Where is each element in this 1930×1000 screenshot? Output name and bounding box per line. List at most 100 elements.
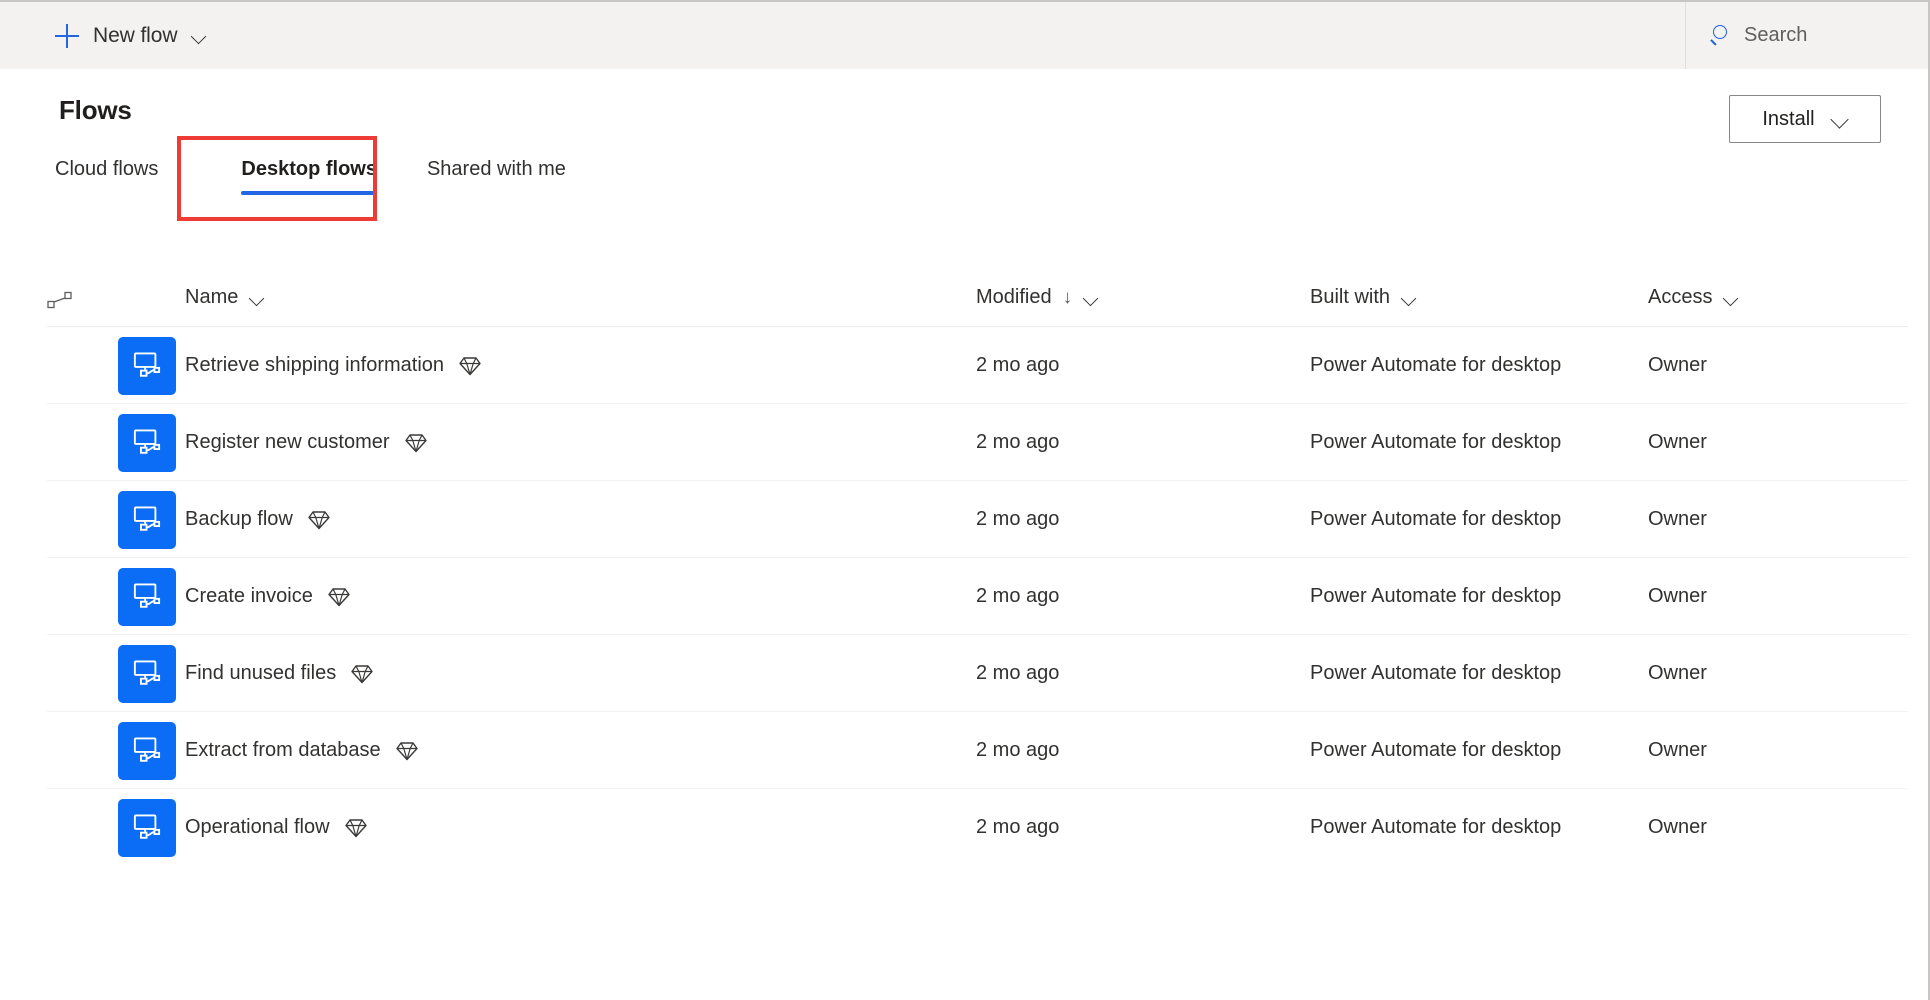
column-header-access[interactable]: Access (1648, 286, 1740, 309)
flow-connector-icon (47, 291, 73, 309)
cell-modified: 2 mo ago (976, 712, 1059, 789)
cell-access: Owner (1648, 481, 1707, 558)
modified-value: 2 mo ago (976, 508, 1060, 530)
access-value: Owner (1648, 354, 1707, 376)
built-with-value: Power Automate for desktop (1310, 662, 1562, 684)
cell-modified: 2 mo ago (976, 789, 1059, 866)
modified-value: 2 mo ago (976, 662, 1060, 684)
cell-built-with: Power Automate for desktop (1310, 558, 1561, 635)
sort-descending-icon: ↓ (1062, 287, 1073, 308)
cell-built-with: Power Automate for desktop (1310, 712, 1561, 789)
cell-name[interactable]: Create invoice (185, 558, 350, 635)
cell-name[interactable]: Retrieve shipping information (185, 327, 481, 404)
modified-value: 2 mo ago (976, 816, 1060, 838)
table-row[interactable]: Backup flow 2 mo ago Power Automate for … (47, 481, 1908, 558)
search-input[interactable]: Search (1686, 2, 1926, 69)
flow-name: Backup flow (185, 508, 293, 530)
built-with-value: Power Automate for desktop (1310, 508, 1562, 530)
cell-built-with: Power Automate for desktop (1310, 404, 1561, 481)
tab-desktop-flows[interactable]: Desktop flows (241, 158, 377, 195)
flows-page: New flow Search Flows Install Cloud flow… (0, 0, 1930, 1000)
cell-name[interactable]: Find unused files (185, 635, 373, 712)
built-with-value: Power Automate for desktop (1310, 431, 1562, 453)
table-row[interactable]: Create invoice 2 mo ago Power Automate f… (47, 558, 1908, 635)
premium-diamond-icon (344, 818, 367, 838)
cell-built-with: Power Automate for desktop (1310, 635, 1561, 712)
cell-name[interactable]: Extract from database (185, 712, 418, 789)
access-value: Owner (1648, 662, 1707, 684)
column-label: Name (185, 286, 239, 308)
cell-modified: 2 mo ago (976, 327, 1059, 404)
table-row[interactable]: Retrieve shipping information 2 mo ago P… (47, 327, 1908, 404)
flow-name: Create invoice (185, 585, 313, 607)
chevron-down-icon[interactable] (191, 31, 208, 41)
desktop-flow-icon (118, 491, 176, 549)
cell-access: Owner (1648, 789, 1707, 866)
premium-diamond-icon (404, 433, 427, 453)
flow-name: Retrieve shipping information (185, 354, 445, 376)
modified-value: 2 mo ago (976, 585, 1060, 607)
flow-name: Extract from database (185, 739, 381, 761)
page-title: Flows (59, 95, 132, 125)
install-button[interactable]: Install (1729, 95, 1881, 143)
cell-modified: 2 mo ago (976, 404, 1059, 481)
table-row[interactable]: Extract from database 2 mo ago Power Aut… (47, 712, 1908, 789)
command-bar-right: Search (1685, 2, 1926, 69)
cell-built-with: Power Automate for desktop (1310, 327, 1561, 404)
search-placeholder: Search (1744, 24, 1808, 46)
built-with-value: Power Automate for desktop (1310, 354, 1562, 376)
search-icon (1710, 25, 1731, 46)
desktop-flow-icon (118, 337, 176, 395)
cell-name[interactable]: Register new customer (185, 404, 427, 481)
cell-access: Owner (1648, 558, 1707, 635)
built-with-value: Power Automate for desktop (1310, 585, 1562, 607)
premium-diamond-icon (395, 741, 418, 761)
tab-label: Desktop flows (241, 158, 377, 180)
premium-diamond-icon (308, 510, 330, 530)
modified-value: 2 mo ago (976, 431, 1060, 453)
cell-access: Owner (1648, 327, 1707, 404)
access-value: Owner (1648, 431, 1707, 453)
cell-built-with: Power Automate for desktop (1310, 481, 1561, 558)
new-flow-label: New flow (93, 23, 178, 47)
column-label: Modified (976, 286, 1052, 308)
column-label: Access (1648, 286, 1713, 308)
plus-icon (54, 23, 80, 49)
cell-name[interactable]: Operational flow (185, 789, 367, 866)
premium-diamond-icon (351, 664, 373, 684)
flow-name: Operational flow (185, 816, 330, 838)
access-value: Owner (1648, 508, 1707, 530)
tab-cloud-flows[interactable]: Cloud flows (55, 158, 158, 195)
install-label: Install (1762, 107, 1815, 130)
access-value: Owner (1648, 585, 1707, 607)
chevron-down-icon (1401, 293, 1418, 303)
column-header-built-with[interactable]: Built with (1310, 286, 1418, 309)
column-header-name[interactable]: Name (185, 286, 266, 309)
table-header-row: Name Modified ↓ Built with Access (47, 265, 1908, 327)
cell-name[interactable]: Backup flow (185, 481, 330, 558)
command-bar: New flow Search (0, 2, 1928, 69)
access-value: Owner (1648, 739, 1707, 761)
flow-name: Find unused files (185, 662, 337, 684)
desktop-flow-icon (118, 799, 176, 857)
modified-value: 2 mo ago (976, 739, 1060, 761)
tab-list: Cloud flows Desktop flows Shared with me (55, 158, 612, 195)
desktop-flow-icon (118, 414, 176, 472)
table-row[interactable]: Register new customer 2 mo ago Power Aut… (47, 404, 1908, 481)
chevron-down-icon (1083, 293, 1100, 303)
premium-diamond-icon (328, 587, 350, 607)
table-row[interactable]: Operational flow 2 mo ago Power Automate… (47, 789, 1908, 866)
cell-modified: 2 mo ago (976, 481, 1059, 558)
cell-access: Owner (1648, 635, 1707, 712)
access-value: Owner (1648, 816, 1707, 838)
flow-name: Register new customer (185, 431, 390, 453)
tab-shared-with-me[interactable]: Shared with me (427, 158, 566, 195)
column-header-modified[interactable]: Modified ↓ (976, 286, 1100, 309)
built-with-value: Power Automate for desktop (1310, 816, 1562, 838)
new-flow-button[interactable]: New flow (46, 14, 216, 58)
table-row[interactable]: Find unused files 2 mo ago Power Automat… (47, 635, 1908, 712)
chevron-down-icon (1831, 114, 1848, 124)
desktop-flow-icon (118, 645, 176, 703)
chevron-down-icon (249, 293, 266, 303)
desktop-flow-icon (118, 568, 176, 626)
